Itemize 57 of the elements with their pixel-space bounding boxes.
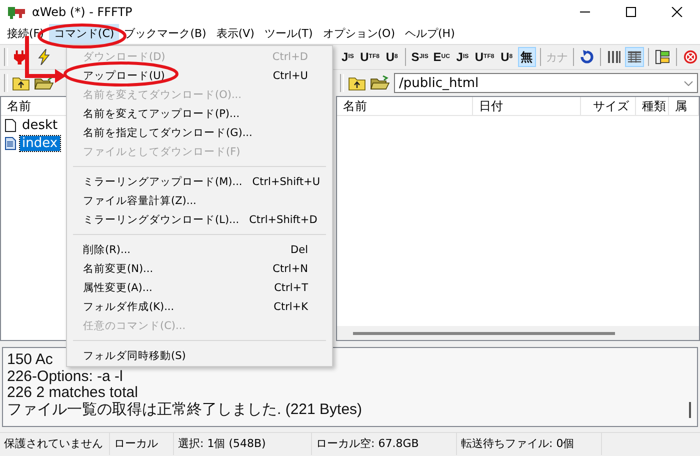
log-line: 150 Ac	[7, 352, 53, 368]
menu-option[interactable]: ミラーリングアップロード(M)... Ctrl+Shift+U	[67, 172, 332, 191]
app-logo-icon	[8, 5, 26, 19]
column-header[interactable]: 種類	[636, 97, 669, 115]
menu-option[interactable]: 名前変更(N)... Ctrl+N	[67, 259, 332, 278]
status-text: ローカル	[110, 433, 174, 455]
menu-item[interactable]: ヘルプ(H)	[400, 24, 460, 44]
file-name[interactable]: deskt	[20, 118, 60, 132]
menu-item[interactable]: ツール(T)	[259, 24, 318, 44]
column-header[interactable]: サイズ	[581, 97, 636, 115]
folder-up-icon	[12, 75, 30, 91]
log-line: 226 2 matches total	[7, 385, 138, 402]
menu-item[interactable]: オプション(O)	[318, 24, 400, 44]
status-text: 保護されていません	[0, 433, 110, 455]
column-header[interactable]: 名前	[1, 97, 37, 115]
menu-option[interactable]: 名前を変えてアップロード(P)...	[67, 104, 332, 123]
menu-option[interactable]: フォルダ同時移動(S)	[67, 346, 332, 365]
file-icon	[5, 118, 16, 132]
menu-option[interactable]: 属性変更(A)... Ctrl+T	[67, 278, 332, 297]
log-line: ファイル一覧の取得は正常終了しました. (221 Bytes)	[7, 402, 362, 418]
file-name[interactable]: index	[20, 136, 60, 150]
status-text: 転送待ちファイル: 0個	[457, 433, 602, 455]
refresh-icon	[580, 50, 594, 64]
column-header[interactable]: 属	[669, 97, 699, 115]
menu-option[interactable]: 名前を指定してダウンロード(G)...	[67, 123, 332, 142]
scrollbar-thumb[interactable]	[353, 332, 615, 334]
lightning-icon	[38, 49, 50, 65]
sync-button[interactable]	[653, 47, 672, 67]
encoding-button[interactable]: 無	[518, 47, 536, 67]
list-view-icon	[607, 50, 622, 64]
stop-icon	[682, 49, 698, 65]
menu-option[interactable]: フォルダ作成(K)... Ctrl+K	[67, 297, 332, 316]
folder-up-icon	[348, 75, 366, 91]
maximize-icon	[625, 7, 637, 17]
dropdown-caret-icon	[684, 80, 693, 86]
details-view-button[interactable]	[625, 47, 644, 67]
folder-tree-icon	[655, 49, 670, 65]
scrollbar-thumb[interactable]	[689, 402, 691, 418]
open-folder-icon	[34, 75, 54, 91]
details-view-icon	[627, 50, 642, 64]
document-icon	[5, 136, 16, 150]
log-line: 226-Options: -a -l	[7, 368, 123, 385]
menu-item[interactable]: 表示(V)	[211, 24, 260, 44]
open-folder-icon	[370, 75, 390, 91]
close-icon	[671, 7, 683, 17]
menu-option[interactable]: 削除(R)... Del	[67, 240, 332, 259]
menu-item[interactable]: ブックマーク(B)	[119, 24, 212, 44]
menu-option[interactable]: ミラーリングダウンロード(L)... Ctrl+Shift+D	[67, 210, 332, 229]
status-text: 選択: 1個 (548B)	[174, 433, 312, 455]
column-header[interactable]: 名前	[337, 97, 473, 115]
remote-path-field[interactable]: /public_html	[394, 73, 698, 93]
status-text: ローカル空: 67.8GB	[312, 433, 457, 455]
window-title: αWeb (*) - FFFTP	[32, 5, 132, 19]
menu-option[interactable]: アップロード(U) Ctrl+U	[67, 66, 332, 85]
column-header[interactable]: 日付	[473, 97, 581, 115]
plug-icon	[14, 49, 26, 65]
menu-option[interactable]: ファイル容量計算(Z)...	[67, 191, 332, 210]
